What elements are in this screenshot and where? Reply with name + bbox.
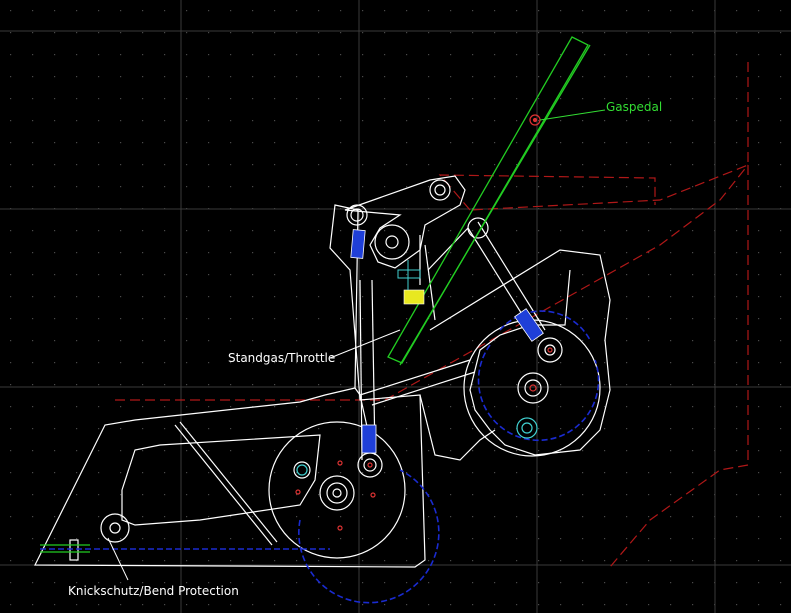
knickschutz-label: Knickschutz/Bend Protection [68, 584, 239, 598]
cad-drawing-canvas[interactable]: Gaspedal Standgas/Throttle Knickschutz/B… [0, 0, 791, 613]
dot-grid [0, 0, 791, 613]
gaspedal-label: Gaspedal [606, 100, 662, 114]
standgas-label: Standgas/Throttle [228, 351, 335, 365]
